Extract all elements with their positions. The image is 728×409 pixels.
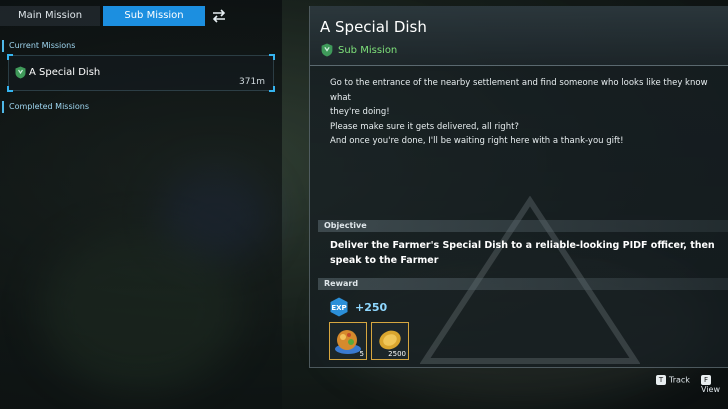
selection-corner bbox=[7, 54, 13, 60]
mission-name: A Special Dish bbox=[29, 67, 101, 78]
exp-reward-value: +250 bbox=[355, 301, 388, 314]
view-hint[interactable]: FView bbox=[701, 375, 728, 394]
mission-title: A Special Dish bbox=[320, 18, 427, 36]
mission-detail-panel: A Special Dish Sub Mission Go to the ent… bbox=[309, 6, 728, 368]
swap-arrows-icon[interactable] bbox=[210, 7, 228, 25]
current-missions-heading: Current Missions bbox=[2, 40, 75, 52]
mission-description: Go to the entrance of the nearby settlem… bbox=[330, 76, 720, 149]
detail-header: A Special Dish Sub Mission bbox=[310, 6, 728, 66]
hint-label: View bbox=[701, 385, 720, 394]
item-quantity: 2500 bbox=[388, 350, 406, 358]
reward-item-slot[interactable]: 2500 bbox=[371, 322, 409, 360]
mission-tabs: Main Mission Sub Mission bbox=[0, 6, 240, 26]
item-quantity: 5 bbox=[359, 350, 364, 358]
key-icon: T bbox=[656, 375, 666, 385]
shield-badge-icon bbox=[321, 43, 333, 57]
mission-type: Sub Mission bbox=[338, 45, 398, 56]
mission-distance: 371m bbox=[239, 77, 265, 87]
selection-corner bbox=[269, 86, 275, 92]
selection-corner bbox=[269, 54, 275, 60]
objective-line: speak to the Farmer bbox=[330, 254, 439, 266]
tab-main-mission[interactable]: Main Mission bbox=[0, 6, 100, 26]
exp-badge-label: EXP bbox=[331, 304, 346, 312]
track-hint[interactable]: T Track bbox=[656, 375, 690, 385]
hint-label: Track bbox=[669, 375, 690, 385]
description-line: they're doing! bbox=[330, 107, 390, 117]
selection-corner bbox=[7, 86, 13, 92]
objective-text: Deliver the Farmer's Special Dish to a r… bbox=[330, 239, 715, 268]
description-line: Please make sure it gets delivered, all … bbox=[330, 121, 519, 132]
tab-sub-mission[interactable]: Sub Mission bbox=[103, 6, 205, 26]
completed-missions-heading[interactable]: Completed Missions bbox=[2, 101, 89, 113]
key-icon: F bbox=[701, 375, 711, 385]
reward-heading: Reward bbox=[318, 278, 728, 290]
shield-badge-icon bbox=[15, 66, 26, 79]
reward-item-slot[interactable]: 5 bbox=[329, 322, 367, 360]
mission-list-panel: Main Mission Sub Mission Current Mission… bbox=[0, 0, 282, 409]
objective-heading: Objective bbox=[318, 220, 728, 232]
exp-badge-icon: EXP bbox=[330, 297, 348, 317]
description-line: And once you're done, I'll be waiting ri… bbox=[330, 136, 624, 146]
objective-line: Deliver the Farmer's Special Dish to a r… bbox=[330, 240, 715, 251]
description-line: Go to the entrance of the nearby settlem… bbox=[330, 78, 708, 103]
mission-list-item[interactable]: A Special Dish 371m bbox=[7, 54, 275, 92]
